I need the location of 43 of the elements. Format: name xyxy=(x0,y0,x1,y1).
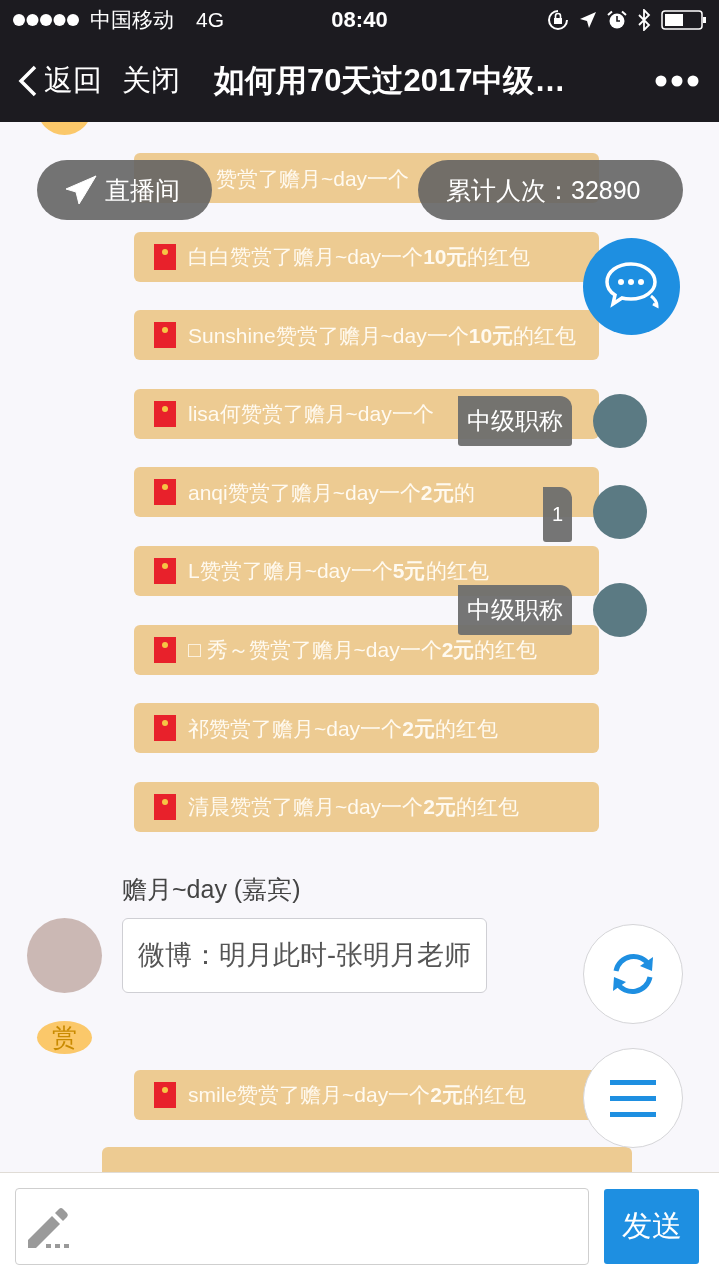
rotation-lock-icon xyxy=(547,9,569,31)
carrier-name: 中国移动 xyxy=(90,7,174,33)
viewer-avatar-placeholder[interactable] xyxy=(593,394,647,448)
viewer-avatar-placeholder[interactable] xyxy=(593,485,647,539)
close-button[interactable]: 关闭 xyxy=(122,61,180,101)
status-time: 08:40 xyxy=(331,7,388,33)
reward-badge: 赏 xyxy=(37,1020,92,1054)
message-bubble: 微博：明月此时-张明月老师 xyxy=(122,917,487,993)
envelope-icon xyxy=(154,557,176,584)
live-room-button[interactable]: 直播间 xyxy=(37,160,212,220)
network-type: 4G xyxy=(196,8,224,32)
back-button[interactable]: 返回 xyxy=(18,61,102,101)
envelope-icon xyxy=(154,793,176,820)
reward-notice: 清晨赞赏了赡月~day一个2元的红包 xyxy=(134,781,599,832)
envelope-icon xyxy=(154,1081,176,1108)
paper-plane-icon xyxy=(65,175,97,205)
chevron-left-icon xyxy=(18,65,38,97)
battery-icon xyxy=(661,9,707,31)
reward-notice: 祁赞赏了赡月~day一个2元的红包 xyxy=(134,703,599,754)
viewer-tag: 中级职称 xyxy=(458,585,572,635)
envelope-icon xyxy=(154,322,176,349)
signal-icon xyxy=(12,13,82,27)
reward-notice: 白白赞赏了赡月~day一个10元的红包 xyxy=(134,231,599,282)
envelope-icon xyxy=(154,715,176,742)
location-icon xyxy=(579,11,597,29)
alarm-icon xyxy=(607,10,627,30)
reward-notice: L赞赏了赡月~day一个5元的红包 xyxy=(134,545,599,596)
viewer-tag: 1 xyxy=(543,487,572,542)
more-icon[interactable] xyxy=(655,75,699,87)
envelope-icon xyxy=(154,400,176,427)
envelope-icon xyxy=(154,636,176,663)
reward-notice: Sunshine赞赏了赡月~day一个10元的红包 xyxy=(134,310,599,361)
envelope-icon xyxy=(154,243,176,270)
menu-icon xyxy=(610,1078,656,1118)
page-title: 如何用70天过2017中级… xyxy=(214,62,567,100)
message-input[interactable] xyxy=(15,1188,589,1265)
bluetooth-icon xyxy=(637,9,651,31)
visitor-count: 累计人次：32890 xyxy=(418,160,683,220)
reward-notice: □ 秀～赞赏了赡月~day一个2元的红包 xyxy=(134,624,599,675)
viewer-tag: 中级职称 xyxy=(458,396,572,446)
sender-name: 赡月~day (嘉宾) xyxy=(122,873,301,904)
viewer-avatar-placeholder[interactable] xyxy=(593,583,647,637)
envelope-icon xyxy=(154,479,176,506)
